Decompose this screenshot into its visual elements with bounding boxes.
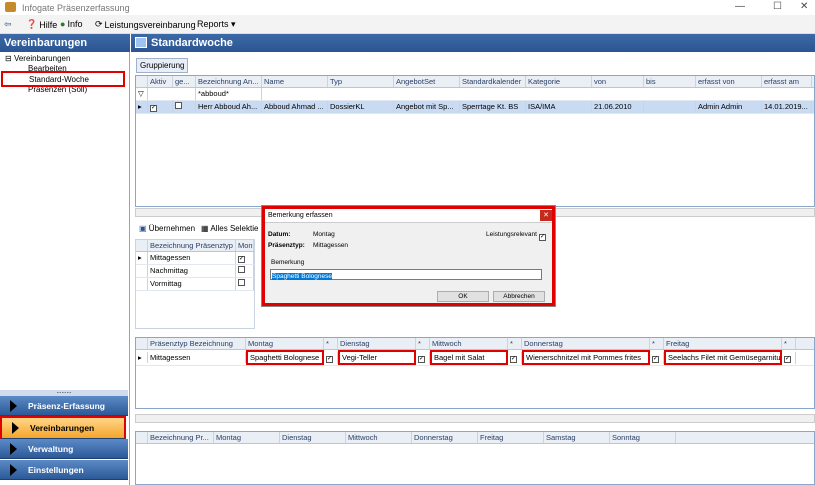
leistungsrelevant-checkbox[interactable]: ✓: [539, 231, 546, 241]
filter-input[interactable]: *abboud*: [196, 88, 262, 100]
praesenztyp-value: Mittagessen: [313, 242, 349, 249]
col-von[interactable]: von: [592, 76, 644, 87]
apply-button[interactable]: ▣ Übernehmen: [139, 224, 195, 233]
nav-vereinbarungen[interactable]: Vereinbarungen: [0, 416, 126, 439]
arrow-icon: [10, 464, 17, 476]
select-all-button[interactable]: ▦ Alles Selektie: [201, 224, 258, 233]
arrow-icon: [10, 400, 17, 412]
col-bezeichnung[interactable]: Bezeichnung An...: [196, 76, 262, 87]
agreements-grid: Aktiv ge... Bezeichnung An... Name Typ A…: [135, 75, 815, 207]
col-ge[interactable]: ge...: [173, 76, 196, 87]
minimize-button[interactable]: —: [735, 1, 745, 12]
col-standardkalender[interactable]: Standardkalender: [460, 76, 526, 87]
refresh-icon: ⟳: [95, 19, 103, 29]
maximize-button[interactable]: ☐: [773, 1, 782, 12]
col-fr[interactable]: Freitag: [664, 338, 782, 349]
help-icon: ❓: [26, 19, 38, 29]
grid-header: Aktiv ge... Bezeichnung An... Name Typ A…: [136, 76, 814, 88]
col-montag[interactable]: Montag: [236, 240, 254, 251]
window-title: Infogate Präsenzerfassung: [22, 3, 130, 13]
col-angebotset[interactable]: AngebotSet: [394, 76, 460, 87]
col-mo[interactable]: Montag: [246, 338, 324, 349]
table-row[interactable]: ▸ ✓ Herr Abboud Ah... Abboud Ahmad ... D…: [136, 101, 814, 114]
remark-dialog: Bemerkung erfassen ✕ Datum: Montag Präse…: [262, 206, 555, 306]
row-indicator-icon: ▸: [136, 101, 148, 113]
ok-button[interactable]: OK: [437, 291, 489, 302]
col-mi[interactable]: Mittwoch: [430, 338, 508, 349]
col-erfasst-von[interactable]: erfasst von: [696, 76, 762, 87]
col-aktiv[interactable]: Aktiv: [148, 76, 173, 87]
menu-bar: ⇦ ❓ Hilfe ● Info ⟳ Leistungsvereinbarung Re…: [0, 15, 815, 34]
page-icon: [135, 37, 147, 48]
dialog-title: Bemerkung erfassen: [265, 209, 552, 223]
globe-icon: ●: [60, 19, 66, 29]
minus-icon: ⊟: [5, 54, 12, 63]
menu-leistungsvereinbarung[interactable]: ⟳ Leistungsvereinbarung: [95, 19, 196, 30]
tree-item-standard-woche[interactable]: Standard-Woche: [1, 71, 125, 87]
week-toolbar: ▣ Übernehmen ▦ Alles Selektie: [139, 224, 258, 233]
col-name[interactable]: Name: [262, 76, 328, 87]
left-pane: Vereinbarungen ⊟ Vereinbarungen Bearbeit…: [0, 34, 130, 485]
exit-icon[interactable]: ⇦: [4, 19, 12, 30]
nav-praesenz-erfassung[interactable]: Präsenz-Erfassung: [0, 396, 128, 416]
list-item[interactable]: Vormittag: [136, 278, 254, 291]
bottom-grid: Bezeichnung Pr... Montag Dienstag Mittwo…: [135, 431, 815, 485]
menu-help[interactable]: ❓ Hilfe: [26, 19, 57, 30]
col-praesenztyp[interactable]: Bezeichnung Präsenztyp: [148, 240, 236, 251]
app-icon: [5, 2, 16, 12]
filter-icon: ▽: [136, 88, 148, 100]
tree-root[interactable]: ⊟ Vereinbarungen: [5, 54, 70, 63]
close-button[interactable]: ✕: [800, 1, 808, 12]
menu-info[interactable]: ● Info: [60, 19, 82, 29]
arrow-icon: [10, 443, 17, 455]
col-di[interactable]: Dienstag: [338, 338, 416, 349]
dialog-close-button[interactable]: ✕: [540, 210, 552, 221]
list-item[interactable]: Nachmittag: [136, 265, 254, 278]
cell-freitag[interactable]: Seelachs Filet mit Gemüsegarnitur: [664, 350, 782, 365]
leistungsrelevant-label: Leistungsrelevant: [486, 231, 537, 238]
page-title: Standardwoche: [131, 34, 815, 52]
cell-mittwoch[interactable]: Bagel mit Salat: [430, 350, 508, 365]
title-bar: Infogate Präsenzerfassung — ☐ ✕: [0, 0, 815, 15]
filter-row: ▽ *abboud*: [136, 88, 814, 101]
col-bis[interactable]: bis: [644, 76, 696, 87]
col-type[interactable]: Präsenztyp Bezeichnung: [148, 338, 246, 349]
menu-reports[interactable]: Reports ▾: [197, 19, 236, 30]
datum-value: Montag: [313, 231, 335, 238]
horizontal-scrollbar[interactable]: [135, 414, 815, 423]
col-do[interactable]: Donnerstag: [522, 338, 650, 349]
col-typ[interactable]: Typ: [328, 76, 394, 87]
nav-verwaltung[interactable]: Verwaltung: [0, 439, 128, 459]
cell-dienstag[interactable]: Vegi-Teller: [338, 350, 416, 365]
cancel-button[interactable]: Abbrechen: [493, 291, 545, 302]
cell-donnerstag[interactable]: Wienerschnitzel mit Pommes frites: [522, 350, 650, 365]
save-icon: ▣: [139, 224, 147, 233]
ge-checkbox[interactable]: [173, 101, 196, 113]
presence-type-grid: Bezeichnung Präsenztyp Montag ▸Mittagess…: [135, 239, 255, 329]
cell-montag[interactable]: Spaghetti Bolognese: [246, 350, 324, 365]
table-row[interactable]: ▸ Mittagessen Spaghetti Bolognese ✓ Vegi…: [136, 350, 814, 366]
grouping-button[interactable]: Gruppierung: [136, 58, 189, 73]
remark-input[interactable]: Spaghetti Bolognese: [270, 269, 542, 280]
aktiv-checkbox[interactable]: ✓: [148, 101, 173, 113]
list-item[interactable]: ▸ Mittagessen ✓: [136, 252, 254, 265]
week-grid: Präsenztyp Bezeichnung Montag * Dienstag…: [135, 337, 815, 409]
left-pane-header: Vereinbarungen: [0, 34, 130, 52]
col-kategorie[interactable]: Kategorie: [526, 76, 592, 87]
calendar-icon: ▦: [201, 224, 209, 233]
arrow-icon: [12, 422, 19, 434]
col-erfasst-am[interactable]: erfasst am: [762, 76, 812, 87]
nav-einstellungen[interactable]: Einstellungen: [0, 460, 128, 480]
